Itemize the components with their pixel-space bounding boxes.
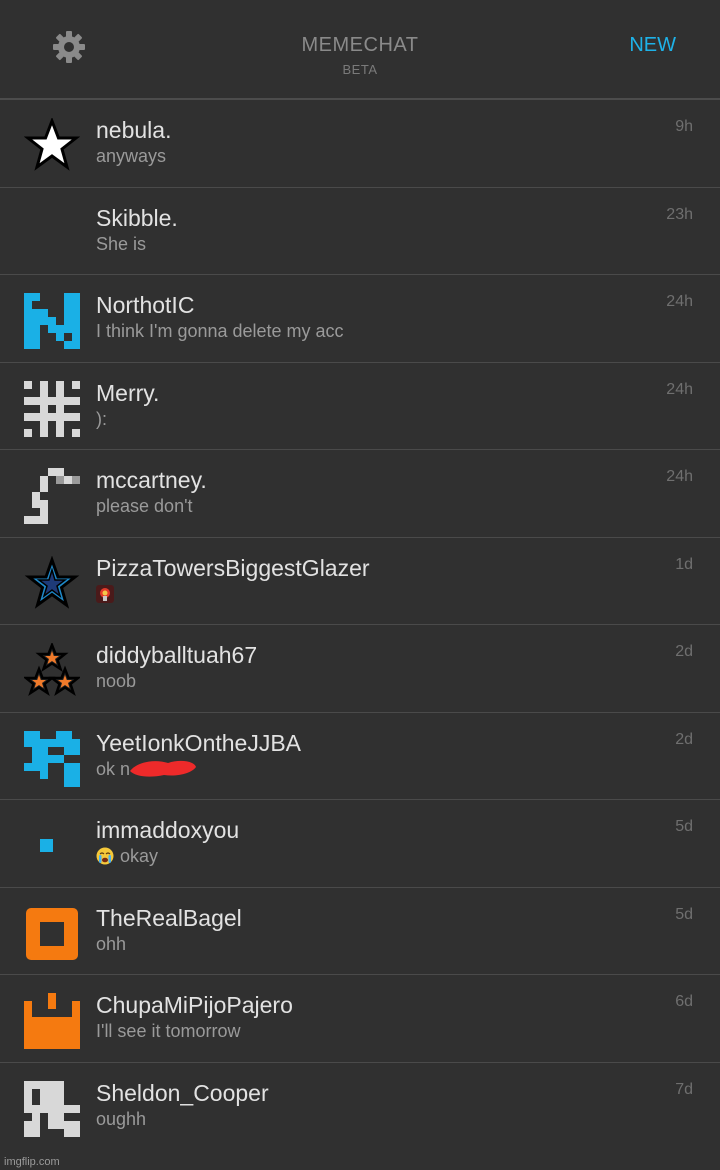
message-time: 7d xyxy=(675,1080,693,1098)
last-message: I think I'm gonna delete my acc xyxy=(96,321,344,341)
contact-name: ChupaMiPijoPajero xyxy=(96,992,293,1018)
message-time: 5d xyxy=(675,905,693,923)
new-chat-button[interactable]: NEW xyxy=(629,34,676,57)
three-stars-icon xyxy=(24,643,80,699)
contact-name: NorthotIC xyxy=(96,292,195,318)
app-header: MEMECHAT BETA NEW xyxy=(0,0,720,100)
conversation-row[interactable]: Skibble. She is 23h xyxy=(0,188,720,275)
blue-pixel-blocks-icon xyxy=(24,730,80,787)
conversation-row[interactable]: diddyballtuah67 noob 2d xyxy=(0,625,720,713)
white-star-icon xyxy=(24,118,80,174)
orange-square-icon xyxy=(24,906,80,962)
contact-name: nebula. xyxy=(96,117,172,143)
last-message: okay xyxy=(96,846,158,867)
conversation-row[interactable]: mccartney. please don't 24h xyxy=(0,450,720,538)
message-time: 24h xyxy=(666,293,693,310)
last-message: ): xyxy=(96,408,107,429)
conversation-row[interactable]: nebula. anyways 9h xyxy=(0,100,720,188)
contact-name: TheRealBagel xyxy=(96,904,242,931)
contact-name: Sheldon_Cooper xyxy=(96,1079,269,1106)
app-subtitle: BETA xyxy=(342,62,378,77)
contact-name: mccartney. xyxy=(96,467,207,493)
contact-name: immaddoxyou xyxy=(96,817,240,843)
last-message-text: okay xyxy=(120,846,159,866)
app-title: MEMECHAT xyxy=(301,34,419,56)
conversation-row[interactable]: NorthotIC I think I'm gonna delete my ac… xyxy=(0,275,720,363)
message-time: 2d xyxy=(675,730,693,748)
white-pixel-hook-icon xyxy=(24,468,80,524)
message-time: 1d xyxy=(675,555,693,573)
conversation-row[interactable]: YeetIonkOntheJJBA ok n 2d xyxy=(0,713,720,800)
message-time: 24h xyxy=(666,468,693,485)
message-time: 2d xyxy=(675,643,693,660)
blue-dot-icon xyxy=(24,818,80,874)
explosion-emoji-icon xyxy=(96,584,114,603)
last-message: oughh xyxy=(96,1108,147,1129)
last-message: noob xyxy=(96,671,137,691)
conversation-row[interactable]: Merry. ): 24h xyxy=(0,363,720,450)
last-message: ohh xyxy=(96,933,127,954)
conversation-row[interactable]: immaddoxyou okay 5d xyxy=(0,800,720,888)
message-time: 9h xyxy=(675,118,693,135)
contact-name: Merry. xyxy=(96,379,160,406)
contact-name: diddyballtuah67 xyxy=(96,642,258,668)
orange-crown-icon xyxy=(24,993,80,1049)
conversation-row[interactable]: TheRealBagel ohh 5d xyxy=(0,888,720,975)
crying-face-emoji-icon xyxy=(96,847,114,865)
red-scribble-redaction xyxy=(128,757,198,779)
conversation-list: nebula. anyways 9h Skibble. She is 23h N… xyxy=(0,100,720,1150)
contact-name: YeetIonkOntheJJBA xyxy=(96,729,302,756)
conversation-row[interactable]: Sheldon_Cooper oughh 7d xyxy=(0,1063,720,1151)
last-message xyxy=(96,584,120,605)
message-time: 23h xyxy=(666,205,693,223)
contact-name: Skibble. xyxy=(96,204,178,231)
contact-name: PizzaTowersBiggestGlazer xyxy=(96,554,370,581)
blue-star-icon xyxy=(24,555,80,612)
imgflip-watermark: imgflip.com xyxy=(4,1156,60,1168)
conversation-row[interactable]: ChupaMiPijoPajero I'll see it tomorrow 6… xyxy=(0,975,720,1063)
last-message: ok n xyxy=(96,758,131,779)
last-message: I'll see it tomorrow xyxy=(96,1021,241,1041)
message-time: 6d xyxy=(675,993,693,1010)
blue-pixel-n-icon xyxy=(24,293,80,349)
white-pixel-cross-icon xyxy=(24,380,80,437)
last-message: anyways xyxy=(96,146,167,166)
conversation-row[interactable]: PizzaTowersBiggestGlazer 1d xyxy=(0,538,720,625)
message-time: 5d xyxy=(675,818,693,835)
white-pixel-skull-icon xyxy=(24,1080,80,1137)
message-time: 24h xyxy=(666,380,693,398)
last-message: please don't xyxy=(96,496,193,516)
last-message: She is xyxy=(96,233,147,254)
